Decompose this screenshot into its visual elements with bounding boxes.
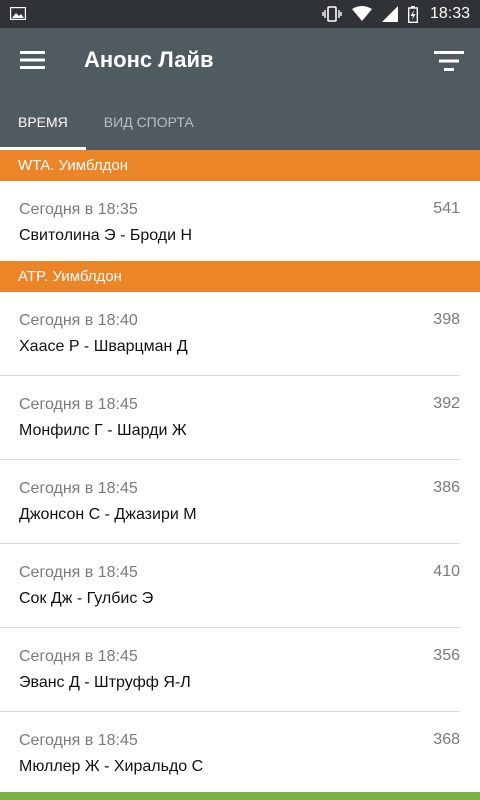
vibrate-icon [322,6,342,22]
tab-bar: ВРЕМЯ ВИД СПОРТА [0,100,212,150]
list-item[interactable]: Сегодня в 18:35 Свитолина Э - Броди Н 54… [0,181,460,261]
section-header-wta: WTA. Уимблдон [0,150,480,181]
list-item[interactable]: Сегодня в 18:45 Мюллер Ж - Хиральдо С 36… [0,712,460,792]
section-header-atp: ATP. Уимблдон [0,261,480,292]
event-count: 410 [433,563,460,580]
event-match: Эванс Д - Штруфф Я-Л [19,674,191,691]
event-count: 398 [433,311,460,328]
battery-charging-icon [407,5,418,23]
list-item[interactable]: Сегодня в 18:45 Монфилс Г - Шарди Ж 392 [0,376,460,460]
event-count: 368 [433,731,460,748]
event-count: 392 [433,395,460,412]
clock: 18:33 [429,5,470,22]
next-section-edge [0,792,480,800]
list-item[interactable]: Сегодня в 18:45 Эванс Д - Штруфф Я-Л 356 [0,628,460,712]
event-match: Мюллер Ж - Хиральдо С [19,758,204,775]
list-item[interactable]: Сегодня в 18:40 Хаасе Р - Шварцман Д 398 [0,292,460,376]
list-item[interactable]: Сегодня в 18:45 Джонсон С - Джазири М 38… [0,460,460,544]
event-match: Свитолина Э - Броди Н [19,227,193,244]
event-match: Сок Дж - Гулбис Э [19,590,154,607]
tab-time[interactable]: ВРЕМЯ [0,100,86,150]
event-match: Монфилс Г - Шарди Ж [19,422,187,439]
event-time: Сегодня в 18:35 [19,201,138,218]
event-time: Сегодня в 18:45 [19,396,138,413]
event-match: Джонсон С - Джазири М [19,506,197,523]
app-bar: Анонс Лайв ВРЕМЯ ВИД СПОРТА [0,28,480,150]
filter-icon[interactable] [434,50,464,72]
event-time: Сегодня в 18:45 [19,480,138,497]
signal-icon [381,6,398,22]
event-count: 386 [433,479,460,496]
status-icons: 18:33 [322,0,470,28]
event-time: Сегодня в 18:45 [19,648,138,665]
wifi-icon [351,6,372,21]
hamburger-menu-icon[interactable] [20,50,45,70]
event-count: 356 [433,647,460,664]
event-match: Хаасе Р - Шварцман Д [19,338,188,355]
event-time: Сегодня в 18:45 [19,732,138,749]
event-list: WTA. Уимблдон Сегодня в 18:35 Свитолина … [0,150,480,792]
page-title: Анонс Лайв [84,47,214,72]
event-time: Сегодня в 18:45 [19,564,138,581]
event-time: Сегодня в 18:40 [19,312,138,329]
status-bar: 18:33 [0,0,480,28]
event-count: 541 [433,200,460,217]
image-icon [10,7,26,20]
tab-sport-type[interactable]: ВИД СПОРТА [86,100,212,150]
list-item[interactable]: Сегодня в 18:45 Сок Дж - Гулбис Э 410 [0,544,460,628]
